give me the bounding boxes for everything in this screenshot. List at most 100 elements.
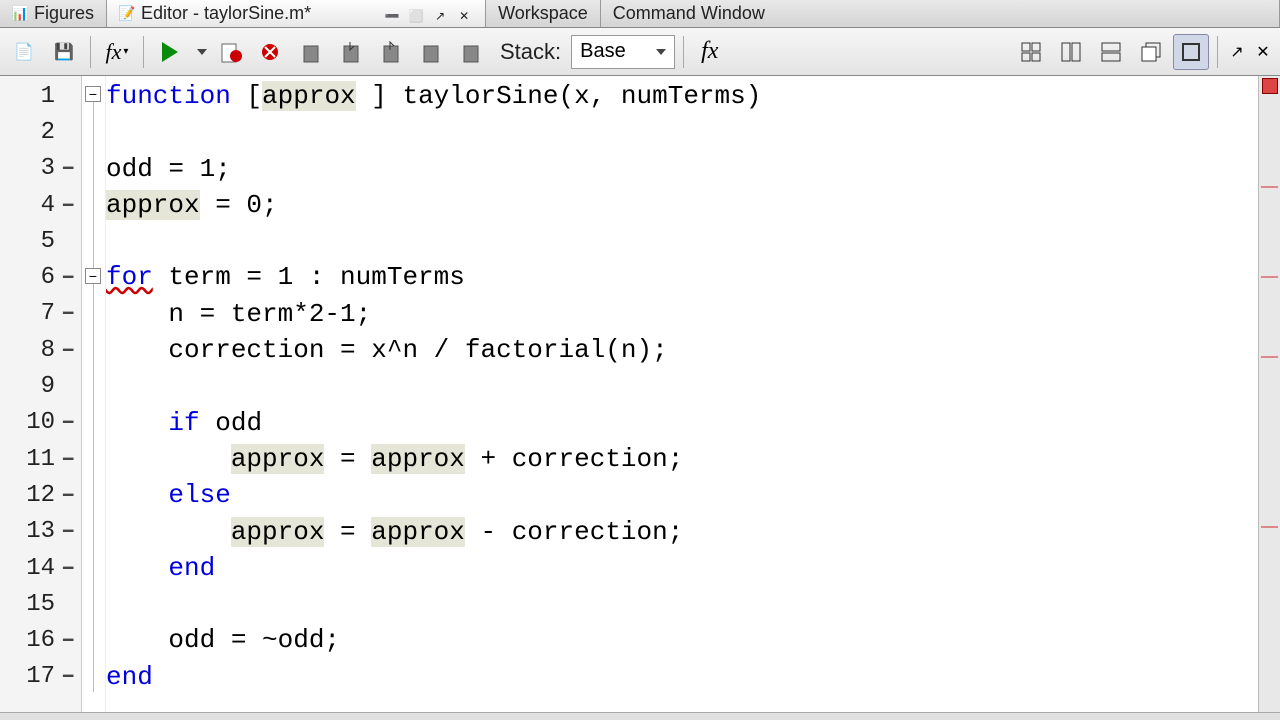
line-number[interactable]: 9 (0, 368, 81, 404)
line-number[interactable]: 7– (0, 296, 81, 332)
error-indicator[interactable] (1262, 78, 1278, 94)
chevron-down-icon (656, 49, 666, 55)
line-number[interactable]: 8– (0, 332, 81, 368)
tile-icon (1020, 41, 1042, 63)
keyword: for (106, 262, 153, 292)
line-number[interactable]: 5 (0, 223, 81, 259)
editor-area: 123–4–56–7–8–910–11–12–13–14–1516–17– − … (0, 76, 1280, 712)
close-panel-button[interactable]: ✕ (1252, 34, 1274, 70)
warning-tick[interactable] (1261, 356, 1278, 358)
maximize-button[interactable] (1173, 34, 1209, 70)
line-number[interactable]: 2 (0, 114, 81, 150)
line-number[interactable]: 11– (0, 441, 81, 477)
tab-workspace[interactable]: Workspace (486, 0, 601, 27)
continue-icon (420, 40, 444, 64)
save-icon: 💾 (54, 42, 74, 62)
save-button[interactable]: 💾 (46, 34, 82, 70)
highlighted-var: approx (371, 517, 465, 547)
step-out-button[interactable] (374, 34, 410, 70)
new-file-icon: 📄 (14, 42, 34, 62)
function-hints-button[interactable]: fx▾ (99, 34, 135, 70)
tab-label: Figures (34, 3, 94, 24)
separator (683, 36, 684, 68)
exit-debug-icon (460, 40, 484, 64)
insert-function-button[interactable]: fx (692, 34, 728, 70)
highlighted-var: approx (231, 444, 325, 474)
tab-label: Workspace (498, 3, 588, 24)
tab-label: Command Window (613, 3, 765, 24)
message-bar[interactable] (1258, 76, 1280, 712)
highlighted-var: approx (371, 444, 465, 474)
highlighted-var: approx (106, 190, 200, 220)
run-dropdown[interactable] (192, 34, 210, 70)
dock-button[interactable]: ↗ (1226, 34, 1248, 70)
minimize-icon[interactable]: ➖ (383, 7, 401, 25)
stack-select[interactable]: Base (571, 35, 675, 69)
keyword: else (168, 480, 230, 510)
code-editor[interactable]: function [approx ] taylorSine(x, numTerm… (106, 76, 1258, 712)
fold-line (93, 102, 94, 692)
line-number[interactable]: 12– (0, 477, 81, 513)
step-button[interactable] (294, 34, 330, 70)
line-number-gutter: 123–4–56–7–8–910–11–12–13–14–1516–17– (0, 76, 82, 712)
step-icon (300, 40, 324, 64)
breakpoint-icon (220, 40, 244, 64)
line-number[interactable]: 14– (0, 550, 81, 586)
fx-icon: fx (701, 38, 718, 65)
tile-button-2[interactable] (1053, 34, 1089, 70)
float-icon (1140, 41, 1162, 63)
figures-icon: 📊 (12, 6, 28, 22)
warning-tick[interactable] (1261, 276, 1278, 278)
tile-button-3[interactable] (1093, 34, 1129, 70)
highlighted-var: approx (231, 517, 325, 547)
run-button[interactable] (152, 34, 188, 70)
line-number[interactable]: 17– (0, 659, 81, 695)
status-bar (0, 712, 1280, 720)
keyword: if (168, 408, 199, 438)
separator (90, 36, 91, 68)
exit-debug-button[interactable] (454, 34, 490, 70)
editor-icon: 📝 (119, 6, 135, 22)
keyword: end (106, 662, 153, 692)
editor-toolbar: 📄 💾 fx▾ Stack: Base fx ↗ ✕ (0, 28, 1280, 76)
tile-button-1[interactable] (1013, 34, 1049, 70)
tab-bar: 📊 Figures 📝 Editor - taylorSine.m* ➖ ⬜ ↗… (0, 0, 1280, 28)
step-in-button[interactable] (334, 34, 370, 70)
line-number[interactable]: 1 (0, 78, 81, 114)
line-number[interactable]: 4– (0, 187, 81, 223)
warning-tick[interactable] (1261, 526, 1278, 528)
tab-label: Editor - taylorSine.m* (141, 3, 311, 24)
undock-icon[interactable]: ↗ (431, 7, 449, 25)
tab-editor[interactable]: 📝 Editor - taylorSine.m* ➖ ⬜ ↗ ✕ (107, 0, 486, 27)
split-v-icon (1060, 41, 1082, 63)
close-icon[interactable]: ✕ (455, 7, 473, 25)
clear-breakpoints-button[interactable] (254, 34, 290, 70)
maximize-icon (1180, 41, 1202, 63)
dock-icon: ↗ (1230, 42, 1243, 62)
continue-button[interactable] (414, 34, 450, 70)
fold-toggle[interactable]: − (85, 268, 101, 284)
new-file-button[interactable]: 📄 (6, 34, 42, 70)
line-number[interactable]: 10– (0, 405, 81, 441)
separator (143, 36, 144, 68)
highlighted-var: approx (262, 81, 356, 111)
tab-command-window[interactable]: Command Window (601, 0, 1280, 27)
warning-tick[interactable] (1261, 186, 1278, 188)
step-in-icon (340, 40, 364, 64)
keyword: function (106, 81, 231, 111)
chevron-down-icon: ▾ (123, 46, 128, 57)
keyword: end (168, 553, 215, 583)
fold-toggle[interactable]: − (85, 86, 101, 102)
maximize-icon[interactable]: ⬜ (407, 7, 425, 25)
fx-icon: fx (106, 39, 122, 65)
play-icon (162, 42, 178, 62)
line-number[interactable]: 6– (0, 259, 81, 295)
line-number[interactable]: 16– (0, 622, 81, 658)
line-number[interactable]: 13– (0, 514, 81, 550)
tab-figures[interactable]: 📊 Figures (0, 0, 107, 27)
set-breakpoint-button[interactable] (214, 34, 250, 70)
close-icon: ✕ (1256, 42, 1269, 62)
line-number[interactable]: 3– (0, 151, 81, 187)
float-button[interactable] (1133, 34, 1169, 70)
line-number[interactable]: 15 (0, 586, 81, 622)
